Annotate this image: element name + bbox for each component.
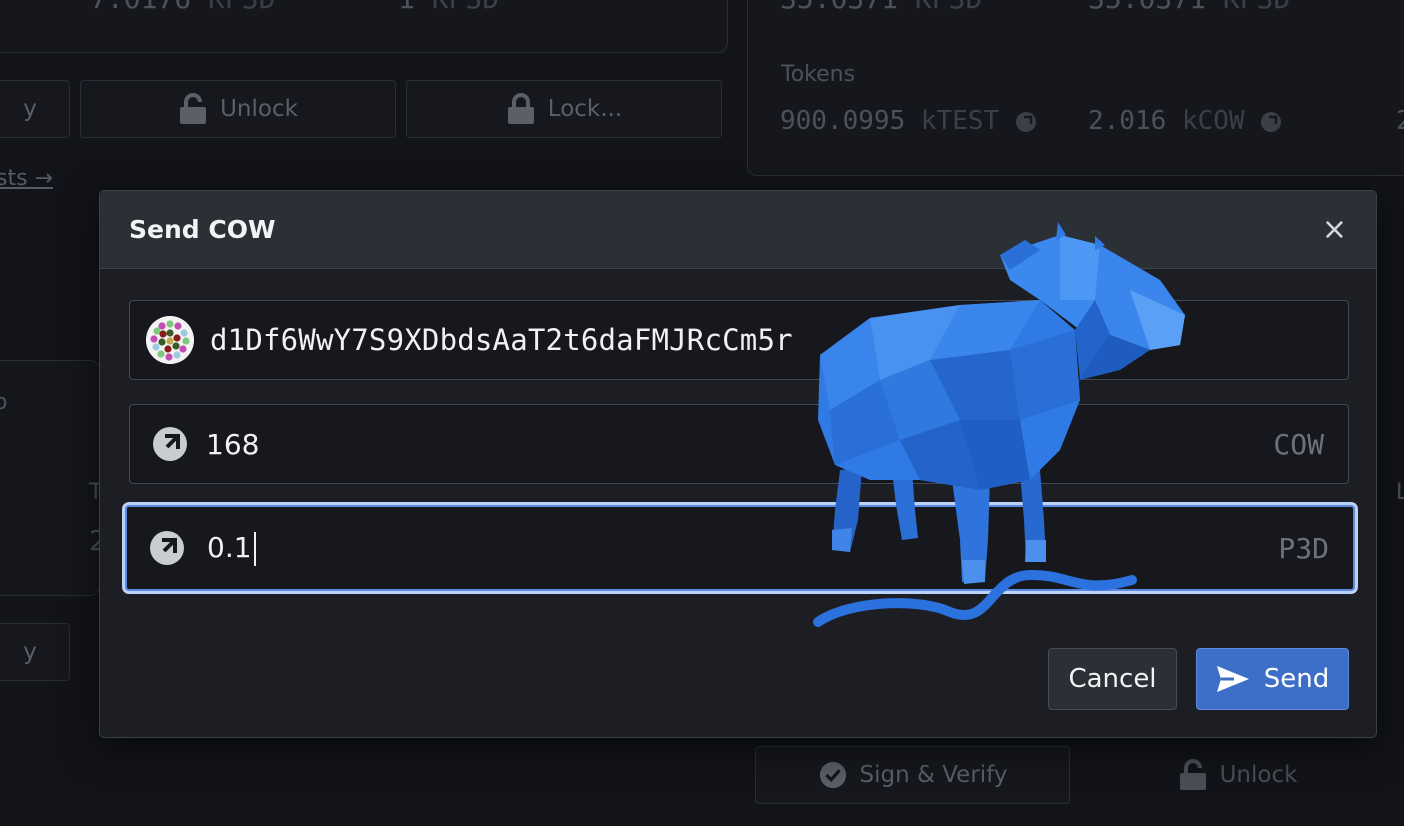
fee-unit: P3D (1278, 531, 1329, 565)
token-icon (150, 531, 184, 565)
cancel-button[interactable]: Cancel (1048, 648, 1177, 710)
bg-lock-button[interactable]: Lock... (406, 80, 722, 138)
amount-value: 168 (206, 427, 260, 461)
balance-value-left: 7.0176 KP3D (90, 0, 275, 15)
unlock-icon (180, 93, 207, 124)
balance-value-right-1: 35.0371 KP3D (780, 0, 982, 15)
send-label: Send (1263, 664, 1330, 694)
token-balance-partial: 2 (1396, 106, 1404, 136)
bg-unlock-button-2[interactable]: Unlock (1080, 746, 1395, 804)
token-balance-test: 900.0995 kTEST (780, 106, 1037, 136)
dialog-title: Send COW (129, 215, 276, 244)
token-balance-cow: 2.016 kCOW (1088, 106, 1282, 136)
balance-value-left-2: 1 KP3D (398, 0, 499, 15)
identicon (146, 316, 194, 364)
requests-link[interactable]: sts → (0, 166, 53, 191)
bg-unlock-button[interactable]: Unlock (80, 80, 396, 138)
close-button[interactable]: × (1322, 214, 1347, 245)
send-icon (1216, 666, 1249, 692)
bg-partial-button[interactable]: y (0, 80, 70, 138)
amount-unit: COW (1273, 427, 1324, 461)
send-dialog: Send COW × d1Df6WwY7S9XDbdsAaT2t6daFMJRc… (99, 190, 1377, 738)
send-button[interactable]: Send (1196, 648, 1349, 710)
recipient-address: d1Df6WwY7S9XDbdsAaT2t6daFMJRcCm5r (210, 323, 793, 357)
token-icon (153, 427, 187, 461)
app-stage: 7.0176 KP3D 1 KP3D y Unlock Lock... sts … (0, 0, 1404, 826)
lock-icon (507, 93, 534, 124)
recipient-field[interactable]: d1Df6WwY7S9XDbdsAaT2t6daFMJRcCm5r (129, 300, 1349, 380)
token-icon (1261, 111, 1282, 132)
check-badge-icon (819, 761, 846, 789)
amount-field[interactable]: 168 COW (129, 404, 1349, 484)
text-caret (253, 531, 256, 566)
token-icon (1015, 111, 1036, 132)
bg-partial-button-2[interactable]: y (0, 623, 70, 681)
bg-partial-text: L (1396, 480, 1404, 505)
bg-partial-text: o (0, 390, 8, 415)
balance-card-right (747, 0, 1404, 176)
balance-value-right-2: 35.0371 KP3D (1088, 0, 1290, 15)
sign-verify-button[interactable]: Sign & Verify (755, 746, 1070, 804)
dialog-header: Send COW × (100, 191, 1376, 269)
unlock-icon (1179, 759, 1206, 790)
tokens-label: Tokens (781, 62, 856, 87)
fee-field[interactable]: 0.1 P3D (125, 505, 1355, 591)
fee-value: 0.1 (207, 531, 1278, 566)
bg-card-mid-left (0, 360, 100, 596)
